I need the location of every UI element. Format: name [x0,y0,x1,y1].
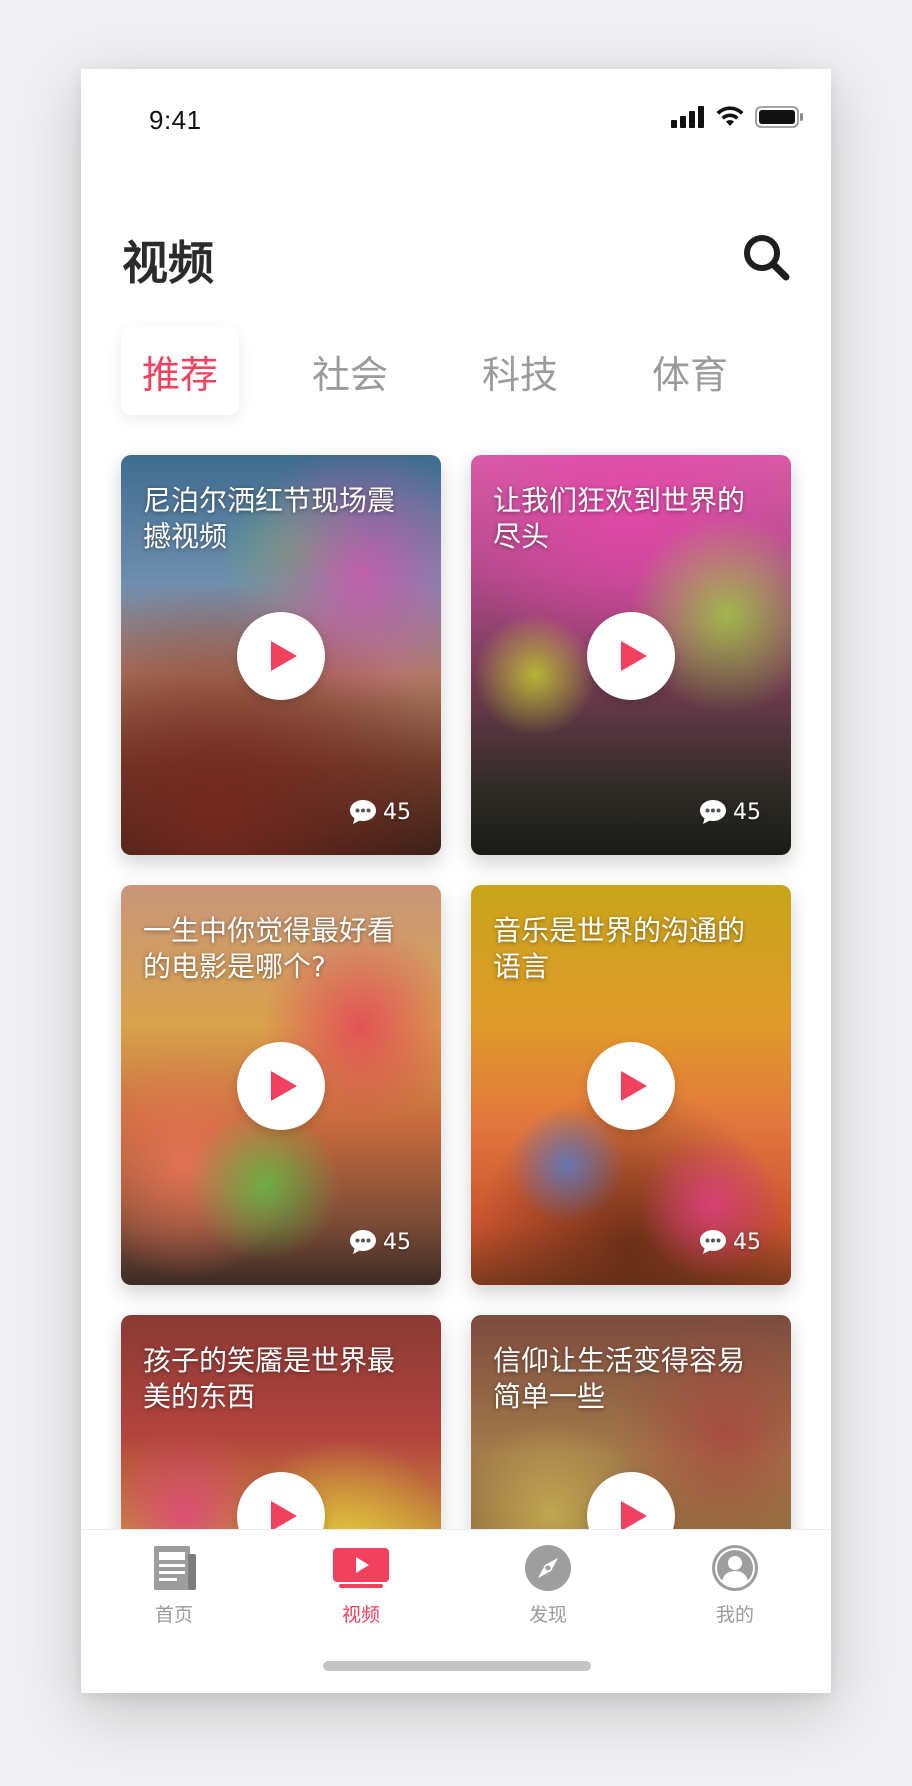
nav-label: 首页 [154,1604,193,1626]
video-title: 尼泊尔洒红节现场震撼视频 [143,484,396,553]
video-play-icon [333,1548,389,1588]
video-card[interactable]: 让我们狂欢到世界的尽头 45 [471,455,791,855]
category-tabs: 推荐 社会 科技 体育 [121,327,791,417]
nav-label: 发现 [528,1604,567,1626]
comment-bubble-icon [700,1230,726,1254]
comment-count-value: 45 [383,799,411,825]
nav-discover[interactable]: 发现 [488,1544,608,1634]
search-button[interactable] [741,232,791,282]
tab-recommended[interactable]: 推荐 [121,327,239,415]
play-icon [271,1071,297,1101]
phone-screen: 9:41 视频 推荐 社会 科技 体育 尼泊尔洒红节现场震撼视频 45 让我们狂… [81,69,831,1693]
video-title: 让我们狂欢到世界的尽头 [493,484,746,553]
play-icon [621,1501,647,1531]
nav-profile[interactable]: 我的 [675,1544,795,1634]
play-button[interactable] [587,612,675,700]
comment-count: 45 [349,799,411,825]
signal-icon [671,106,704,128]
tab-tech[interactable]: 科技 [461,327,579,415]
video-card[interactable]: 一生中你觉得最好看的电影是哪个? 45 [121,885,441,1285]
nav-label: 我的 [715,1604,754,1626]
user-avatar-icon [712,1545,758,1591]
play-button[interactable] [587,1042,675,1130]
battery-icon [755,106,803,128]
comment-bubble-icon [700,800,726,824]
tab-sports[interactable]: 体育 [631,327,749,415]
play-button[interactable] [237,1042,325,1130]
comment-bubble-icon [350,800,376,824]
tab-society[interactable]: 社会 [291,327,409,415]
comment-count: 45 [699,1229,761,1255]
comment-count-value: 45 [733,799,761,825]
nav-home[interactable]: 首页 [114,1544,234,1634]
page-title: 视频 [122,236,214,290]
status-icons [671,103,803,131]
video-title: 信仰让生活变得容易简单一些 [493,1344,746,1413]
nav-video[interactable]: 视频 [301,1544,421,1634]
play-button[interactable] [237,612,325,700]
status-time: 9:41 [149,105,202,135]
video-card[interactable]: 尼泊尔洒红节现场震撼视频 45 [121,455,441,855]
comment-count-value: 45 [383,1229,411,1255]
play-icon [271,641,297,671]
comment-count-value: 45 [733,1229,761,1255]
video-title: 孩子的笑靥是世界最美的东西 [143,1344,396,1413]
nav-label: 视频 [341,1604,380,1626]
newspaper-icon [154,1546,196,1590]
video-card[interactable]: 音乐是世界的沟通的语言 45 [471,885,791,1285]
compass-icon [525,1545,571,1591]
comment-count: 45 [349,1229,411,1255]
play-icon [271,1501,297,1531]
comment-bubble-icon [350,1230,376,1254]
video-title: 音乐是世界的沟通的语言 [493,914,746,983]
play-icon [621,1071,647,1101]
search-icon [744,235,790,281]
home-indicator[interactable] [323,1661,591,1671]
wifi-icon [716,106,744,126]
video-title: 一生中你觉得最好看的电影是哪个? [143,914,396,983]
comment-count: 45 [699,799,761,825]
play-icon [621,641,647,671]
